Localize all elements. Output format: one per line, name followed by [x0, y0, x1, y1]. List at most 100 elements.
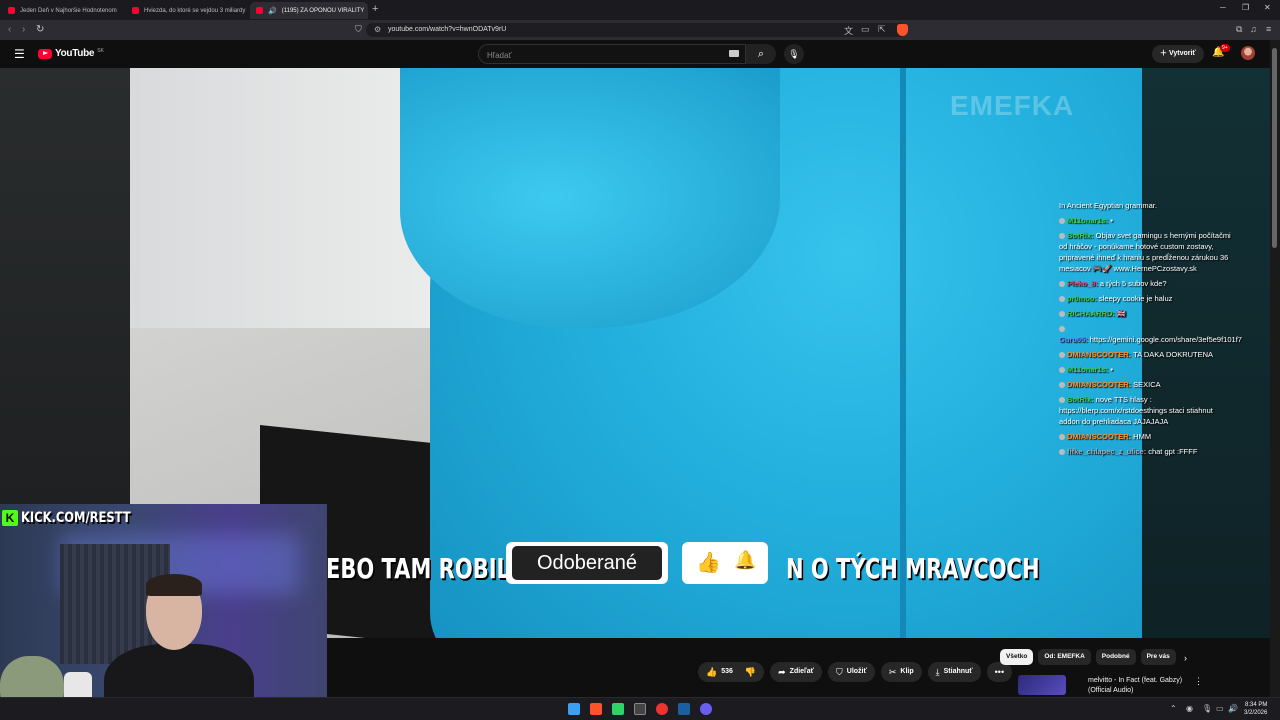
more-actions-button[interactable]: ••• — [986, 662, 1013, 682]
plus-icon: ＋ — [1160, 50, 1169, 57]
share-page-icon[interactable]: ⇱ — [878, 24, 886, 35]
create-button[interactable]: ＋ Vytvoriť — [1152, 45, 1204, 63]
youtube-favicon-icon — [8, 7, 15, 14]
chevron-right-icon[interactable]: › — [1184, 653, 1187, 663]
save-label: Uložiť — [846, 668, 867, 675]
scrollbar-thumb[interactable] — [1272, 48, 1277, 248]
chat-text: https://gemini.google.com/share/3ef5e9f1… — [1089, 335, 1242, 344]
chat-badge-icon — [1059, 352, 1065, 359]
youtube-logo[interactable]: YouTube SK — [38, 48, 104, 59]
chat-badge-icon — [1059, 434, 1065, 441]
chip-from-channel[interactable]: Od: EMEFKA — [1038, 649, 1091, 665]
kick-app-icon[interactable] — [612, 703, 624, 715]
save-button[interactable]: ⛉ Uložiť — [828, 662, 875, 682]
chat-badge-icon — [1059, 218, 1065, 225]
share-button[interactable]: ➦ Zdieľať — [770, 662, 823, 682]
voice-search-button[interactable]: 🎙 — [784, 44, 804, 64]
chat-username: RICHAARRD: — [1067, 309, 1115, 318]
browser-tab[interactable]: Jeden Deň v Najhoršie Hodnotenom — [2, 2, 122, 19]
recommended-thumbnail[interactable] — [1018, 675, 1066, 695]
chat-badge-icon — [1059, 296, 1065, 303]
tab-title: Hviezda, do ktoré se vejdou 3 miliardy — [144, 7, 246, 14]
video-actions: 👍 536 👎 ➦ Zdieľať ⛉ Uložiť ✂ Klip ⤓ Stia… — [698, 662, 1013, 682]
chat-username: M11onar1s: — [1067, 216, 1109, 225]
chat-text: TA DAKA DOKRUTENA — [1133, 350, 1214, 359]
site-info-icon[interactable]: ⚙ — [374, 23, 381, 37]
download-icon: ⤓ — [935, 667, 940, 677]
chat-username: M11onar1s: — [1067, 365, 1109, 374]
tab-title: (1195) ZA OPONOU VIRALITY — [281, 7, 365, 14]
subscribed-button-overlay: Odoberané — [512, 546, 662, 580]
clip-button[interactable]: ✂ Klip — [880, 662, 922, 682]
browser-tab-active[interactable]: 🔊 (1195) ZA OPONOU VIRALITY ✕ — [250, 2, 368, 19]
keyboard-icon[interactable] — [729, 50, 739, 57]
chat-message: M11onar1s: ▪ — [1059, 215, 1234, 226]
chat-username: Guru05: — [1059, 335, 1088, 344]
clock-date: 3/2/2026 — [1244, 710, 1268, 716]
chat-text: sleepy cookie je haluz — [1099, 294, 1173, 303]
more-vertical-icon[interactable]: ⋮ — [1194, 676, 1203, 687]
search-box[interactable] — [478, 44, 746, 65]
new-tab-button[interactable]: + — [372, 3, 378, 15]
windows-taskbar: ⌃ ◉ 🎙 ▭ 🔊 8:34 PM 3/2/2026 — [0, 697, 1280, 720]
chat-message: BotRix: nove TTS hlasy : https://blerp.co… — [1059, 394, 1234, 427]
avatar[interactable] — [1241, 46, 1255, 60]
chat-message: DMIANSCOOTER: HMM — [1059, 431, 1234, 442]
bookmark-icon[interactable]: ⛉ — [355, 24, 362, 35]
hamburger-menu-icon[interactable]: ☰ — [14, 47, 25, 61]
obs-icon[interactable] — [656, 703, 668, 715]
chat-username: BotRix: — [1067, 395, 1094, 404]
brave-shield-icon[interactable] — [897, 24, 908, 36]
tray-app-icon[interactable]: ◉ — [1186, 704, 1193, 713]
extensions-icon[interactable]: ⧉ — [1236, 24, 1242, 35]
audio-playing-icon: 🔊 — [268, 7, 277, 15]
browser-toolbar: ‹ › ↻ ⛉ ⚙ youtube.com/watch?v=hwnODATv9r… — [0, 20, 1280, 40]
close-window-icon[interactable]: ✕ — [1264, 3, 1271, 12]
youtube-play-icon — [38, 48, 52, 59]
clip-label: Klip — [900, 668, 914, 675]
video-caption-right: N O TÝCH MRAVCOCH — [786, 552, 1040, 585]
discord-icon[interactable] — [700, 703, 712, 715]
menu-icon[interactable]: ≡ — [1266, 24, 1271, 34]
download-button[interactable]: ⤓ Stiahnuť — [927, 662, 981, 682]
brave-browser-icon[interactable] — [590, 703, 602, 715]
tray-overflow-icon[interactable]: ⌃ — [1170, 704, 1177, 713]
browser-tab[interactable]: Hviezda, do ktoré se vejdou 3 miliardy — [126, 2, 246, 19]
search-button[interactable]: ⌕ — [746, 44, 776, 64]
taskbar-clock[interactable]: 8:34 PM 3/2/2026 — [1244, 701, 1267, 717]
tray-display-icon[interactable]: ▭ — [1216, 704, 1224, 713]
chat-badge-icon — [1059, 449, 1065, 456]
chip-all[interactable]: Všetko — [1000, 649, 1034, 665]
page-scrollbar[interactable] — [1270, 40, 1280, 700]
recommended-title[interactable]: melvitto - In Fact (feat. Gabzy) (Offici… — [1088, 676, 1188, 695]
back-icon[interactable]: ‹ — [8, 24, 11, 35]
chip-for-you[interactable]: Pre vás — [1140, 649, 1176, 665]
picture-in-picture-icon[interactable]: ▭ — [861, 24, 870, 35]
chip-related[interactable]: Podobné — [1095, 649, 1136, 665]
chat-message: pr0moo: sleepy cookie je haluz — [1059, 293, 1234, 304]
download-label: Stiahnuť — [943, 668, 973, 675]
tray-mic-icon[interactable]: 🎙 — [1202, 704, 1212, 713]
thumbs-down-icon[interactable]: 👎 — [745, 662, 756, 682]
chat-username: pr0moo: — [1067, 294, 1097, 303]
chat-message: Pleko_8: a tých 5 subov kde? — [1059, 278, 1234, 289]
minimize-icon[interactable]: ─ — [1220, 3, 1226, 12]
volume-icon[interactable]: 🔊 — [1228, 704, 1238, 713]
maximize-icon[interactable]: ❐ — [1242, 3, 1249, 12]
streamer-webcam: K KICK.COM/RESTT — [0, 504, 327, 720]
translate-icon[interactable]: 文 — [844, 24, 853, 37]
thumbs-up-icon: 👍 — [696, 552, 721, 574]
bell-icon: 🔔 — [734, 550, 757, 570]
forward-icon[interactable]: › — [22, 24, 25, 35]
windows-start-icon[interactable] — [568, 703, 580, 715]
like-button[interactable]: 👍 536 👎 — [698, 662, 765, 682]
chat-message: M11onar1s: ▪ — [1059, 364, 1234, 375]
reload-icon[interactable]: ↻ — [36, 24, 44, 35]
search-icon: ⌕ — [757, 48, 765, 60]
steam-icon[interactable] — [678, 703, 690, 715]
thumbs-up-icon: 👍 — [706, 667, 718, 677]
search-input[interactable] — [479, 46, 719, 65]
file-manager-icon[interactable] — [634, 703, 646, 715]
address-bar[interactable]: ⚙ youtube.com/watch?v=hwnODATv9rU — [366, 23, 906, 37]
media-icon[interactable]: ♫ — [1250, 24, 1257, 34]
